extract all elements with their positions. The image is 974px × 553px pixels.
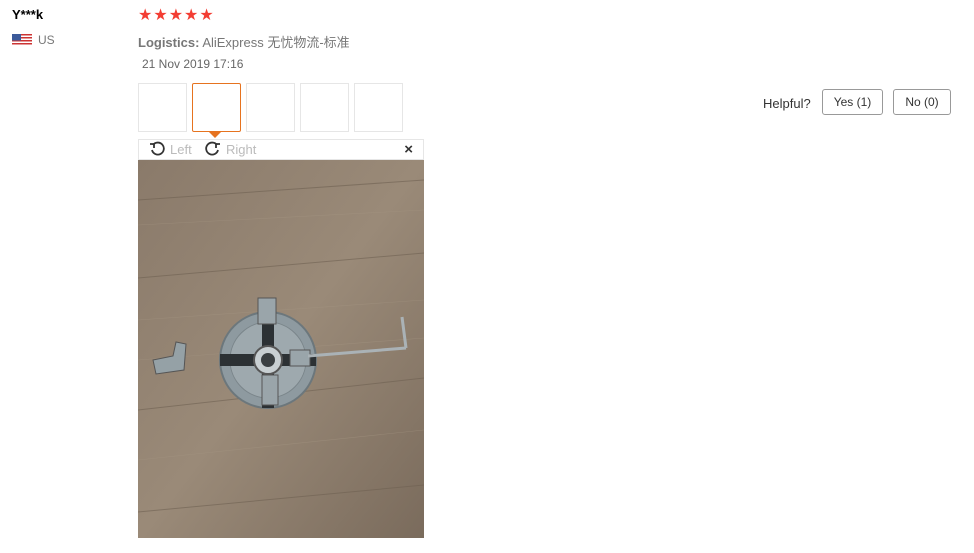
star-icon: ★ bbox=[153, 7, 168, 24]
review-thumbnails bbox=[138, 83, 403, 138]
rotate-left-button[interactable]: Left bbox=[149, 141, 192, 157]
helpful-no-button[interactable]: No (0) bbox=[893, 89, 951, 115]
logistics-info: Logistics: AliExpress 无忧物流-标准 bbox=[138, 32, 350, 51]
us-flag-icon bbox=[12, 34, 32, 46]
thumbnail[interactable] bbox=[300, 83, 349, 132]
review-photo-image bbox=[138, 160, 424, 538]
logistics-label: Logistics: bbox=[138, 35, 200, 50]
rotate-right-button[interactable]: Right bbox=[205, 141, 256, 157]
rating-stars: ★ ★ ★ ★ ★ bbox=[138, 8, 214, 24]
thumbnail[interactable] bbox=[246, 83, 295, 132]
helpful-yes-button[interactable]: Yes (1) bbox=[822, 89, 883, 115]
thumbnail-active[interactable] bbox=[192, 83, 241, 138]
image-viewer-toolbar: Left Right × bbox=[138, 139, 424, 160]
logistics-value: AliExpress 无忧物流-标准 bbox=[202, 35, 350, 50]
review-date: 21 Nov 2019 17:16 bbox=[142, 57, 244, 71]
reviewer-name: Y***k bbox=[12, 7, 44, 22]
rotate-right-label: Right bbox=[226, 141, 257, 157]
star-icon: ★ bbox=[184, 7, 199, 24]
star-icon: ★ bbox=[199, 7, 214, 24]
rotate-left-icon bbox=[150, 141, 165, 156]
thumbnail[interactable] bbox=[138, 83, 187, 132]
close-icon[interactable]: × bbox=[404, 141, 413, 158]
star-icon: ★ bbox=[168, 7, 184, 24]
helpful-label: Helpful? bbox=[763, 96, 811, 111]
review-photo bbox=[138, 160, 424, 538]
star-icon: ★ bbox=[138, 7, 153, 24]
reviewer-country: US bbox=[12, 33, 55, 47]
rotate-left-label: Left bbox=[170, 141, 192, 157]
country-code: US bbox=[38, 33, 55, 47]
rotate-right-icon bbox=[205, 141, 220, 156]
thumbnail[interactable] bbox=[354, 83, 403, 132]
